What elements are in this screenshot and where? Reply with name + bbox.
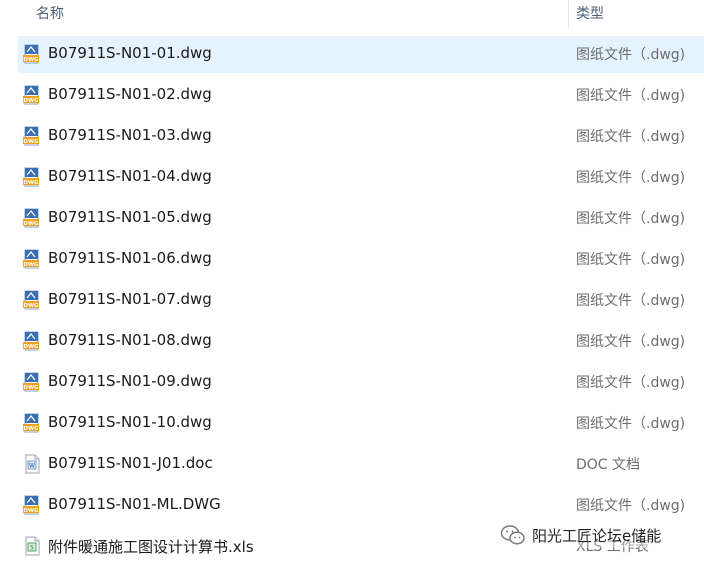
wechat-logo-icon <box>500 525 525 545</box>
file-type: 图纸文件（.dwg) <box>576 211 686 227</box>
file-name[interactable]: B07911S-N01-10.dwg <box>48 413 212 431</box>
file-type: 图纸文件（.dwg) <box>576 293 686 309</box>
name-column-header[interactable]: 名称 <box>36 3 64 23</box>
column-header: ^ 名称 类型 <box>0 0 704 28</box>
file-row[interactable]: DWG B07911S-N01-09.dwg 图纸文件（.dwg) <box>0 362 704 403</box>
file-name[interactable]: B07911S-N01-03.dwg <box>48 126 212 144</box>
file-type: 图纸文件（.dwg) <box>576 252 686 268</box>
dwg-file-icon: DWG <box>22 331 42 351</box>
dwg-file-icon: DWG <box>22 249 42 269</box>
dwg-file-icon: DWG <box>22 85 42 105</box>
file-row[interactable]: DWG B07911S-N01-04.dwg 图纸文件（.dwg) <box>0 157 704 198</box>
file-row[interactable]: DWG B07911S-N01-07.dwg 图纸文件（.dwg) <box>0 280 704 321</box>
file-type: 图纸文件（.dwg) <box>576 129 686 145</box>
svg-text:DWG: DWG <box>23 303 39 309</box>
file-type: 图纸文件（.dwg) <box>576 47 686 63</box>
svg-text:DWG: DWG <box>23 385 39 391</box>
watermark-text: 阳光工匠论坛e储能 <box>532 526 662 545</box>
file-type: 图纸文件（.dwg) <box>576 334 686 350</box>
column-divider[interactable] <box>568 0 569 28</box>
svg-text:W: W <box>29 463 35 470</box>
file-row[interactable]: DWG B07911S-N01-10.dwg 图纸文件（.dwg) <box>0 403 704 444</box>
sort-up-icon: ^ <box>294 0 302 5</box>
file-row[interactable]: DWG B07911S-N01-ML.DWG 图纸文件（.dwg) <box>0 485 704 526</box>
file-name[interactable]: B07911S-N01-06.dwg <box>48 249 212 267</box>
file-type: 图纸文件（.dwg) <box>576 498 686 514</box>
file-type: DOC 文档 <box>576 457 641 473</box>
file-name[interactable]: B07911S-N01-02.dwg <box>48 85 212 103</box>
file-type: 图纸文件（.dwg) <box>576 170 686 186</box>
svg-text:DWG: DWG <box>23 98 39 104</box>
file-row[interactable]: DWG B07911S-N01-01.dwg 图纸文件（.dwg) <box>0 34 704 75</box>
svg-text:DWG: DWG <box>23 262 39 268</box>
watermark: 阳光工匠论坛e储能 <box>500 522 662 548</box>
dwg-file-icon: DWG <box>22 44 42 64</box>
dwg-file-icon: DWG <box>22 167 42 187</box>
file-row[interactable]: W B07911S-N01-J01.doc DOC 文档 <box>0 444 704 485</box>
file-name[interactable]: B07911S-N01-07.dwg <box>48 290 212 308</box>
file-type: 图纸文件（.dwg) <box>576 88 686 104</box>
svg-text:DWG: DWG <box>23 57 39 63</box>
file-name[interactable]: B07911S-N01-05.dwg <box>48 208 212 226</box>
file-name[interactable]: 附件暖通施工图设计计算书.xls <box>48 536 254 557</box>
dwg-file-icon: DWG <box>22 126 42 146</box>
file-row[interactable]: DWG B07911S-N01-08.dwg 图纸文件（.dwg) <box>0 321 704 362</box>
dwg-file-icon: DWG <box>22 372 42 392</box>
file-type: 图纸文件（.dwg) <box>576 375 686 391</box>
svg-text:DWG: DWG <box>23 139 39 145</box>
file-list: DWG B07911S-N01-01.dwg 图纸文件（.dwg) DWG B07911… <box>0 34 704 567</box>
file-name[interactable]: B07911S-N01-J01.doc <box>48 454 213 472</box>
dwg-file-icon: DWG <box>22 413 42 433</box>
dwg-file-icon: DWG <box>22 495 42 515</box>
file-row[interactable]: DWG B07911S-N01-03.dwg 图纸文件（.dwg) <box>0 116 704 157</box>
file-name[interactable]: B07911S-N01-ML.DWG <box>48 495 221 513</box>
file-row[interactable]: DWG B07911S-N01-05.dwg 图纸文件（.dwg) <box>0 198 704 239</box>
svg-text:DWG: DWG <box>23 180 39 186</box>
file-name[interactable]: B07911S-N01-01.dwg <box>48 44 212 62</box>
svg-text:DWG: DWG <box>23 221 39 227</box>
xls-file-icon: S <box>22 536 42 556</box>
type-column-header[interactable]: 类型 <box>576 3 604 23</box>
file-row[interactable]: DWG B07911S-N01-06.dwg 图纸文件（.dwg) <box>0 239 704 280</box>
svg-text:DWG: DWG <box>23 426 39 432</box>
svg-text:S: S <box>30 545 34 552</box>
dwg-file-icon: DWG <box>22 208 42 228</box>
svg-text:DWG: DWG <box>23 508 39 514</box>
file-type: 图纸文件（.dwg) <box>576 416 686 432</box>
file-row[interactable]: DWG B07911S-N01-02.dwg 图纸文件（.dwg) <box>0 75 704 116</box>
file-name[interactable]: B07911S-N01-04.dwg <box>48 167 212 185</box>
svg-text:DWG: DWG <box>23 344 39 350</box>
dwg-file-icon: DWG <box>22 290 42 310</box>
doc-file-icon: W <box>22 454 42 474</box>
file-name[interactable]: B07911S-N01-08.dwg <box>48 331 212 349</box>
file-name[interactable]: B07911S-N01-09.dwg <box>48 372 212 390</box>
